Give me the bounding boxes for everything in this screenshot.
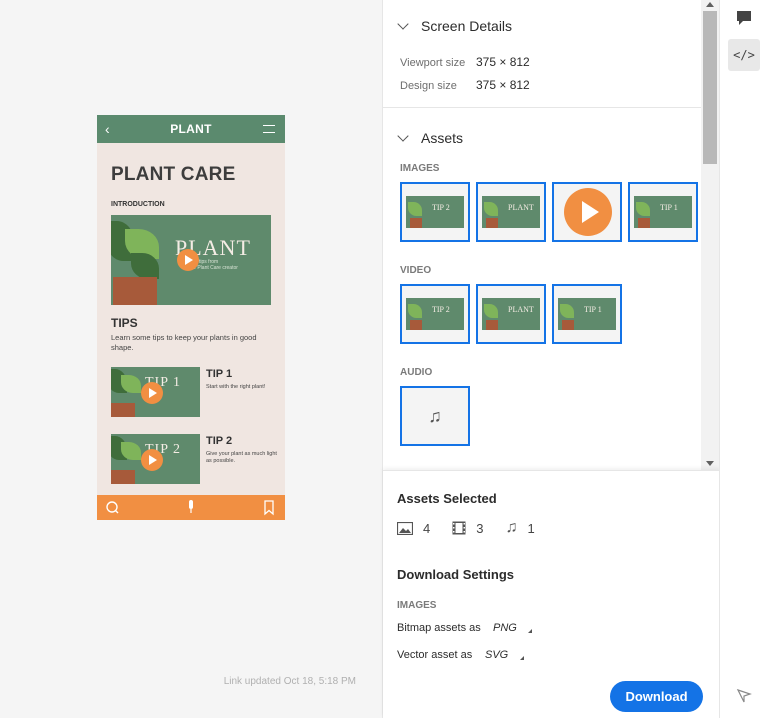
image-asset-thumbnail[interactable]: [552, 182, 622, 242]
images-count-item: 4: [397, 521, 430, 536]
comment-icon: [737, 11, 751, 25]
phone-header-title: PLANT: [170, 122, 212, 136]
flag-icon: [736, 688, 752, 703]
viewport-size-label: Viewport size: [400, 57, 466, 69]
screen-details-title: Screen Details: [421, 18, 513, 34]
phone-artboard[interactable]: ‹ PLANT PLANT CARE INTRODUCTION PLANT Fu…: [97, 115, 285, 520]
tip-1-description: Start with the right plant!: [206, 384, 266, 390]
search-icon: [106, 501, 119, 514]
download-images-label: IMAGES: [397, 600, 437, 611]
tip-1-thumbnail: TIP 1: [111, 367, 200, 417]
bookmark-icon: [264, 500, 274, 516]
phone-heading: PLANT CARE: [111, 164, 236, 185]
phone-footer-bar: [97, 495, 285, 520]
scroll-down-arrow-icon[interactable]: [706, 461, 714, 466]
scroll-up-arrow-icon[interactable]: [706, 2, 714, 7]
download-button[interactable]: Download: [610, 681, 703, 712]
link-updated-text: Link updated Oct 18, 5:18 PM: [223, 676, 356, 687]
comment-button[interactable]: [728, 2, 760, 34]
bitmap-assets-label: Bitmap assets as: [397, 622, 481, 634]
viewport-size-value: 375 × 812: [476, 55, 530, 69]
asset-thumb-text: TIP 2: [432, 203, 450, 212]
dropdown-caret-icon[interactable]: [528, 629, 532, 633]
tips-heading: TIPS: [111, 316, 138, 330]
chevron-down-icon: [397, 18, 409, 30]
video-asset-thumbnail[interactable]: PLANT: [476, 284, 546, 344]
phone-footer-icons: [106, 500, 274, 516]
assets-header[interactable]: Assets: [397, 130, 464, 146]
code-inspect-button[interactable]: </>: [728, 39, 760, 71]
chevron-down-icon: [397, 130, 409, 142]
video-category-label: VIDEO: [400, 265, 432, 276]
asset-thumb-text: TIP 2: [432, 305, 450, 314]
tip-2-thumbnail: TIP 2: [111, 434, 200, 484]
screen-details-header[interactable]: Screen Details: [397, 18, 513, 34]
code-icon: </>: [733, 48, 755, 62]
film-icon: [452, 521, 466, 535]
image-icon: [397, 521, 413, 535]
plant-pot-graphic: [113, 277, 157, 305]
asset-thumb-text: TIP 1: [660, 203, 678, 212]
image-asset-thumbnail[interactable]: TIP 2: [400, 182, 470, 242]
tips-description: Learn some tips to keep your plants in g…: [111, 333, 257, 352]
assets-selected-title: Assets Selected: [397, 491, 497, 506]
panel-scroll-area: Screen Details Viewport size 375 × 812 D…: [383, 0, 701, 470]
audio-asset-thumbnail[interactable]: ♫: [400, 386, 470, 446]
assets-title: Assets: [421, 130, 464, 146]
video-asset-thumbnail[interactable]: TIP 1: [552, 284, 622, 344]
play-button-icon: [564, 188, 612, 236]
inspect-panel: Screen Details Viewport size 375 × 812 D…: [382, 0, 720, 718]
bitmap-format-select[interactable]: PNG: [493, 622, 517, 634]
tip-2-title: TIP 2: [206, 435, 233, 447]
image-asset-thumbnail[interactable]: PLANT: [476, 182, 546, 242]
music-note-icon: ♫: [505, 519, 518, 536]
intro-video-thumbnail: PLANT Fun tips from the Plant Care creat…: [111, 215, 271, 305]
section-divider: [383, 107, 701, 108]
asset-thumb-text: PLANT: [508, 203, 534, 212]
microphone-icon: [189, 500, 193, 513]
scrollbar-thumb[interactable]: [703, 11, 717, 164]
dropdown-caret-icon[interactable]: [520, 656, 524, 660]
phone-header: ‹ PLANT: [97, 115, 285, 143]
back-arrow-icon: ‹: [105, 121, 110, 137]
images-count: 4: [423, 520, 431, 536]
video-count-item: 3: [452, 521, 483, 536]
panel-scrollbar[interactable]: [701, 0, 719, 470]
image-asset-thumbnail[interactable]: TIP 1: [628, 182, 698, 242]
audio-category-label: AUDIO: [400, 367, 433, 378]
asset-counts: 4 3 ♫ 1: [397, 519, 557, 537]
plant-pot-graphic: [111, 403, 135, 417]
asset-thumb-text: TIP 1: [584, 305, 602, 314]
design-preview-canvas: ‹ PLANT PLANT CARE INTRODUCTION PLANT Fu…: [0, 0, 382, 718]
play-button-icon: [177, 249, 199, 271]
plant-pot-graphic: [111, 470, 135, 484]
audio-count: 1: [527, 520, 535, 536]
download-section: Assets Selected 4 3 ♫ 1 Download Setting…: [383, 470, 720, 718]
video-count: 3: [476, 520, 484, 536]
download-settings-title: Download Settings: [397, 567, 514, 582]
asset-thumb-text: PLANT: [508, 305, 534, 314]
music-note-icon: ♫: [428, 405, 442, 426]
images-category-label: IMAGES: [400, 163, 440, 174]
tip-1-title: TIP 1: [206, 368, 233, 380]
tip-2-description: Give your plant as much light as possibl…: [206, 451, 277, 464]
play-button-icon: [141, 449, 163, 471]
report-button[interactable]: [728, 680, 760, 712]
video-asset-thumbnail[interactable]: TIP 2: [400, 284, 470, 344]
vector-asset-label: Vector asset as: [397, 649, 473, 661]
hamburger-menu-icon: [263, 125, 275, 133]
right-tool-rail: </>: [719, 0, 762, 718]
design-size-value: 375 × 812: [476, 78, 530, 92]
design-size-label: Design size: [400, 80, 457, 92]
intro-label: INTRODUCTION: [111, 201, 165, 208]
play-button-icon: [141, 382, 163, 404]
audio-count-item: ♫ 1: [505, 519, 534, 537]
vector-format-select[interactable]: SVG: [485, 649, 508, 661]
